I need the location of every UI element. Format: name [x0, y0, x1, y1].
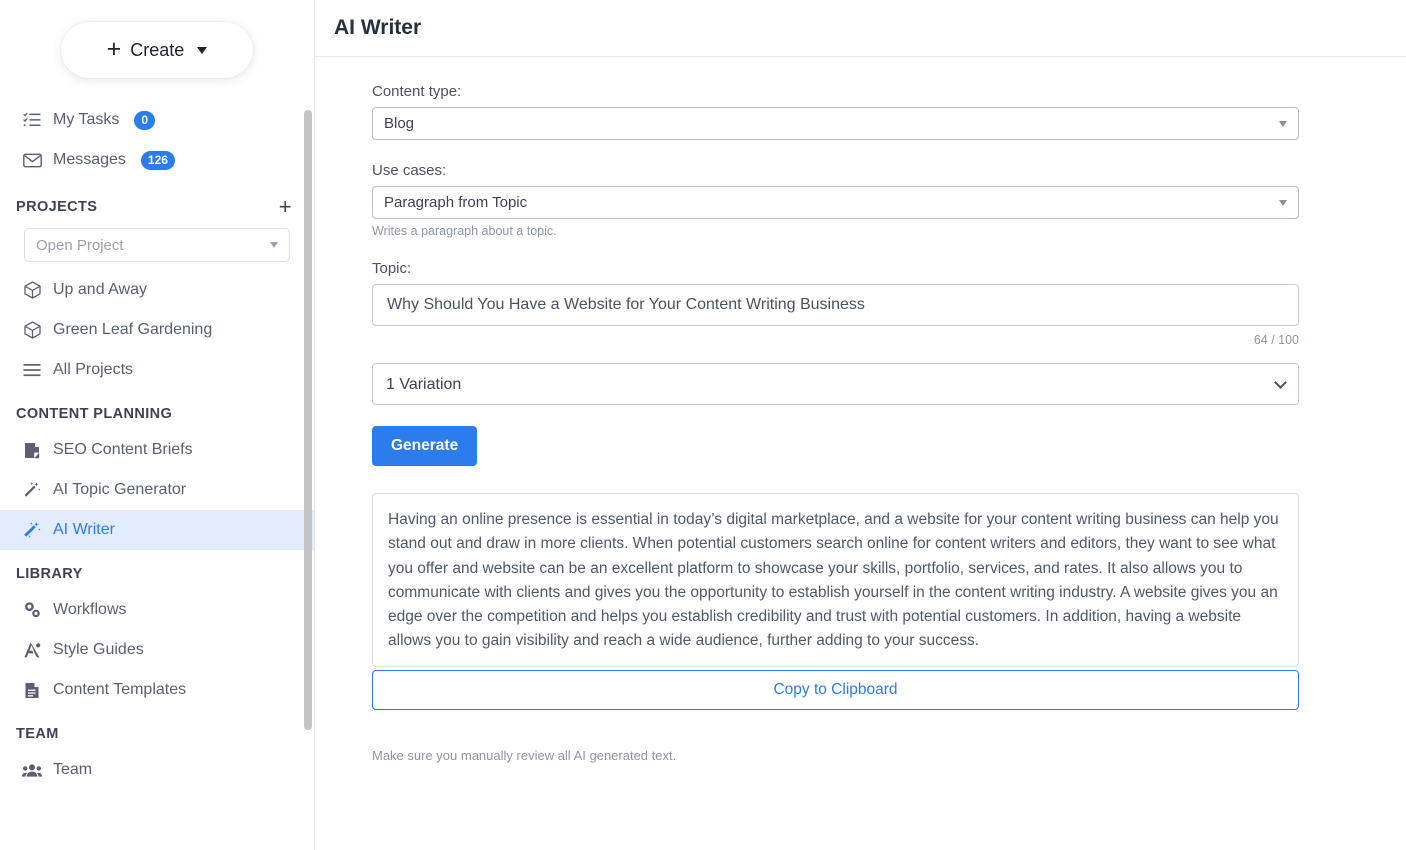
sidebar-item-content-templates[interactable]: Content Templates	[0, 670, 314, 710]
use-cases-value: Paragraph from Topic	[384, 194, 528, 211]
task-list-icon	[22, 110, 42, 130]
page-title: AI Writer	[334, 16, 422, 39]
team-section-title: TEAM	[16, 726, 59, 742]
open-project-placeholder: Open Project	[36, 236, 124, 254]
sidebar-item-label: Team	[53, 761, 93, 778]
sidebar-item-style-guides[interactable]: Style Guides	[0, 630, 314, 670]
chevron-down-icon	[197, 46, 208, 54]
create-button[interactable]: + Create	[61, 22, 253, 78]
sidebar-item-all-projects[interactable]: All Projects	[0, 350, 314, 390]
sidebar-item-label: SEO Content Briefs	[53, 441, 193, 458]
content-planning-section-header: CONTENT PLANNING	[0, 390, 314, 430]
main-content: AI Writer Content type: Blog Use cases: …	[315, 0, 1406, 850]
library-section-title: LIBRARY	[16, 566, 83, 582]
content-type-label: Content type:	[372, 83, 462, 100]
list-icon	[22, 360, 42, 380]
messages-badge: 126	[140, 150, 175, 170]
envelope-icon	[22, 150, 42, 170]
ai-writer-form: Content type: Blog Use cases: Paragraph …	[315, 57, 1300, 763]
sidebar-item-my-tasks[interactable]: My Tasks 0	[0, 100, 314, 140]
sidebar-item-label: All Projects	[53, 361, 134, 378]
app-root: + Create My Tasks 0 Messages 126 PROJECT…	[0, 0, 1406, 850]
content-planning-list: SEO Content Briefs AI Topic Generator AI…	[0, 430, 314, 550]
sidebar-item-label: Green Leaf Gardening	[53, 321, 213, 338]
open-project-select[interactable]: Open Project	[24, 228, 290, 262]
plus-icon: +	[106, 34, 122, 63]
topic-character-counter: 64 / 100	[1253, 333, 1299, 347]
projects-section-title: PROJECTS	[16, 199, 98, 215]
sidebar-item-ai-topic-generator[interactable]: AI Topic Generator	[0, 470, 314, 510]
sidebar-item-ai-writer[interactable]: AI Writer	[0, 510, 314, 550]
sidebar-item-workflows[interactable]: Workflows	[0, 590, 314, 630]
chevron-down-icon	[270, 242, 278, 248]
magic-wand-icon	[22, 480, 42, 500]
variation-select-wrap: 1 Variation	[372, 363, 1299, 405]
team-section-header: TEAM	[0, 710, 314, 750]
projects-section-header: PROJECTS +	[0, 180, 314, 226]
create-button-label: Create	[130, 39, 185, 60]
topic-input[interactable]	[372, 284, 1299, 326]
generate-button[interactable]: Generate	[372, 426, 478, 466]
sidebar-scrollbar[interactable]	[304, 110, 312, 730]
my-tasks-badge: 0	[134, 110, 156, 130]
chevron-down-icon	[1279, 199, 1287, 206]
add-project-button[interactable]: +	[279, 196, 292, 218]
content-type-value: Blog	[384, 115, 415, 132]
generated-text-result: Having an online presence is essential i…	[372, 493, 1299, 667]
pen-compass-icon	[22, 640, 42, 660]
sidebar-item-label: Content Templates	[53, 681, 187, 698]
cube-icon	[22, 320, 42, 340]
review-footnote: Make sure you manually review all AI gen…	[372, 747, 677, 763]
use-cases-label: Use cases:	[372, 162, 447, 179]
sidebar-item-label: Messages	[53, 151, 126, 168]
sidebar-item-label: Up and Away	[53, 281, 147, 298]
library-section-header: LIBRARY	[0, 550, 314, 590]
sidebar-item-messages[interactable]: Messages 126	[0, 140, 314, 180]
gears-icon	[22, 600, 42, 620]
sidebar-item-label: Style Guides	[53, 641, 144, 658]
topic-label: Topic:	[372, 260, 412, 277]
sidebar-item-label: Workflows	[53, 601, 127, 618]
create-button-wrap: + Create	[0, 0, 314, 86]
people-icon	[22, 760, 42, 780]
magic-wand-sparkle-icon	[22, 520, 42, 540]
projects-list: Up and Away Green Leaf Gardening All Pro…	[0, 270, 314, 390]
sidebar-item-label: AI Topic Generator	[53, 481, 187, 498]
document-icon	[22, 440, 42, 460]
chevron-down-icon	[1279, 120, 1287, 127]
sidebar-item-seo-content-briefs[interactable]: SEO Content Briefs	[0, 430, 314, 470]
cube-icon	[22, 280, 42, 300]
sidebar: + Create My Tasks 0 Messages 126 PROJECT…	[0, 0, 315, 850]
sidebar-item-team[interactable]: Team	[0, 750, 314, 790]
sidebar-item-label: AI Writer	[53, 521, 115, 538]
content-type-select[interactable]: Blog	[372, 107, 1299, 140]
file-lines-icon	[22, 680, 42, 700]
use-cases-select[interactable]: Paragraph from Topic	[372, 186, 1299, 219]
sidebar-item-up-and-away[interactable]: Up and Away	[0, 270, 314, 310]
library-list: Workflows Style Guides Content Templates	[0, 590, 314, 710]
primary-nav: My Tasks 0 Messages 126	[0, 86, 314, 180]
sidebar-item-green-leaf-gardening[interactable]: Green Leaf Gardening	[0, 310, 314, 350]
sidebar-item-label: My Tasks	[53, 111, 120, 128]
team-list: Team	[0, 750, 314, 790]
copy-to-clipboard-button[interactable]: Copy to Clipboard	[372, 669, 1299, 710]
use-cases-hint: Writes a paragraph about a topic.	[372, 224, 557, 238]
content-planning-section-title: CONTENT PLANNING	[16, 406, 173, 422]
variation-select[interactable]: 1 Variation	[372, 363, 1299, 405]
